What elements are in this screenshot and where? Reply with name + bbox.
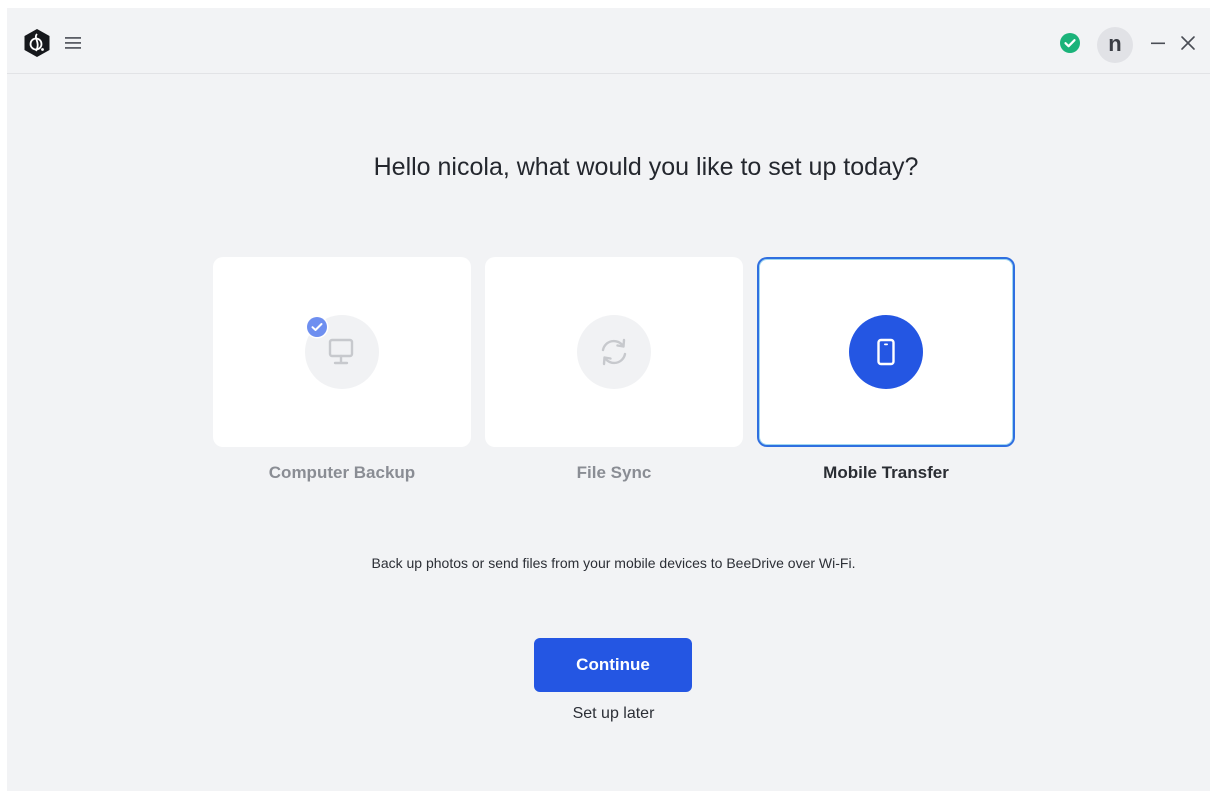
title-bar: n <box>7 8 1210 74</box>
page-title: Hello nicola, what would you like to set… <box>373 153 919 181</box>
option-label-computer-backup: Computer Backup <box>268 463 416 482</box>
option-card-file-sync[interactable] <box>485 257 743 447</box>
user-avatar[interactable]: n <box>1097 27 1133 63</box>
option-icon-circle <box>305 315 379 389</box>
option-label-mobile-transfer: Mobile Transfer <box>823 463 949 482</box>
check-circle-icon[interactable] <box>1059 32 1081 54</box>
option-card-mobile-transfer[interactable] <box>757 257 1015 447</box>
mobile-phone-icon <box>877 338 895 366</box>
continue-button[interactable]: Continue <box>534 638 692 692</box>
minimize-icon[interactable] <box>1149 34 1167 52</box>
beedrive-logo-icon[interactable] <box>24 29 50 57</box>
option-card-computer-backup[interactable] <box>213 257 471 447</box>
option-icon-circle <box>849 315 923 389</box>
option-label-file-sync: File Sync <box>576 463 652 482</box>
option-description: Back up photos or send files from your m… <box>371 555 856 571</box>
option-icon-circle <box>577 315 651 389</box>
close-icon[interactable] <box>1179 34 1197 52</box>
app-window: n Hello nicola, what would you like to s… <box>7 8 1210 791</box>
check-badge-icon <box>305 315 329 339</box>
hamburger-menu-icon[interactable] <box>63 33 85 53</box>
sync-icon <box>601 338 627 366</box>
set-up-later-link[interactable]: Set up later <box>7 705 1216 723</box>
